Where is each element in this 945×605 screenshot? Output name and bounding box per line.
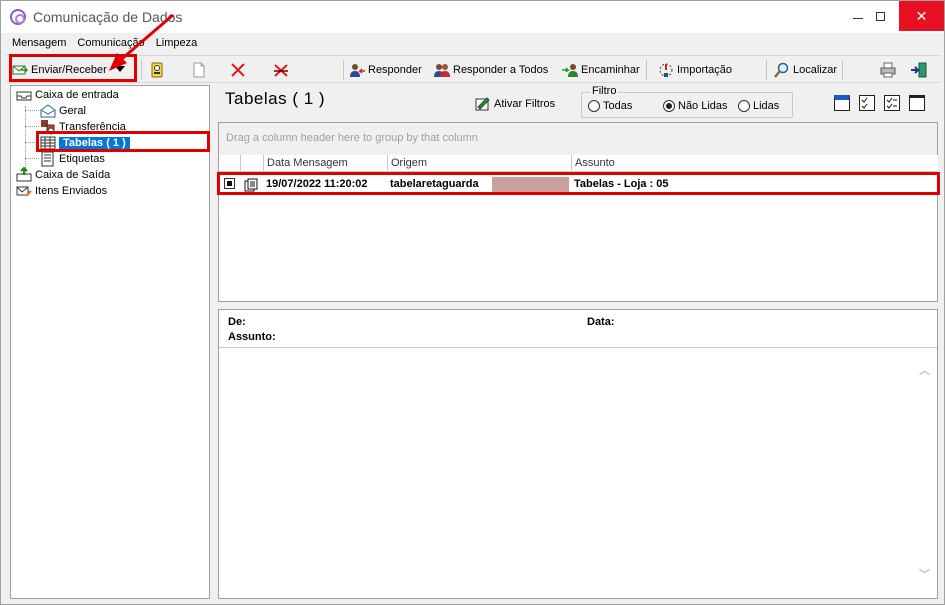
date-label: Data: — [587, 316, 615, 328]
column-header-date[interactable]: Data Mensagem — [264, 155, 388, 172]
close-icon: ✕ — [915, 7, 928, 24]
reply-all-label: Responder a Todos — [453, 64, 549, 76]
app-icon — [10, 9, 26, 25]
tree-item-general[interactable]: Geral — [40, 103, 86, 119]
preview-header: De: Data: Assunto: — [219, 310, 937, 348]
pane-header: Tabelas ( 1 ) Ativar Filtros Filtro Toda… — [218, 85, 938, 121]
tree-item-labels[interactable]: Etiquetas — [40, 151, 105, 167]
inbox-icon — [16, 87, 32, 103]
activate-filters-label: Ativar Filtros — [494, 98, 556, 110]
view-mark-read-icon[interactable] — [834, 95, 850, 111]
delete-button[interactable] — [230, 60, 249, 80]
column-header-status[interactable] — [219, 155, 241, 172]
tree-item-outbox-label: Caixa de Saída — [35, 169, 111, 181]
message-grid: Drag a column header here to group by th… — [218, 122, 938, 302]
reply-icon — [349, 62, 365, 78]
filter-radio-unread[interactable]: Não Lidas — [663, 100, 728, 112]
scroll-up-icon[interactable]: ︿ — [919, 362, 930, 378]
import-icon — [658, 62, 674, 78]
highlight-tables-node — [36, 131, 210, 152]
reply-button[interactable]: Responder — [349, 60, 422, 80]
highlight-message-row — [217, 172, 940, 195]
minimize-icon — [853, 17, 863, 19]
tree-item-inbox[interactable]: Caixa de entrada — [16, 87, 119, 103]
filter-group: Filtro Todas Não Lidas Lidas — [581, 85, 793, 118]
reply-all-icon — [434, 62, 450, 78]
envelope-icon — [40, 103, 56, 119]
tree-item-inbox-label: Caixa de entrada — [35, 89, 119, 101]
delete-strike-icon — [273, 62, 289, 78]
folder-tree: Caixa de entrada Geral Transferência Tab… — [10, 85, 210, 599]
from-label: De: — [228, 316, 246, 328]
main-window: Comunicação de Dados ✕ Mensagem Comunica… — [0, 0, 945, 605]
subject-label: Assunto: — [228, 331, 276, 343]
delete-permanent-button[interactable] — [273, 60, 292, 80]
column-header-origin[interactable]: Origem — [388, 155, 572, 172]
forward-label: Encaminhar — [581, 64, 640, 76]
reply-label: Responder — [368, 64, 422, 76]
delete-x-icon — [230, 62, 246, 78]
message-preview: De: Data: Assunto: ︿ ﹀ — [218, 309, 938, 599]
outbox-icon — [16, 166, 32, 183]
exit-door-icon — [911, 62, 927, 78]
import-button[interactable]: Importação — [658, 60, 732, 80]
forward-icon — [562, 62, 578, 78]
close-button[interactable]: ✕ — [899, 1, 944, 31]
filter-edit-icon — [475, 96, 491, 112]
tree-item-labels-label: Etiquetas — [59, 153, 105, 165]
tree-item-outbox[interactable]: Caixa de Saída — [16, 166, 111, 183]
maximize-button[interactable] — [865, 1, 895, 31]
column-header-attach[interactable] — [241, 155, 264, 172]
view-check-icon[interactable] — [859, 95, 875, 111]
menu-mensagem[interactable]: Mensagem — [6, 35, 71, 53]
import-label: Importação — [677, 64, 733, 76]
tree-item-general-label: Geral — [59, 105, 86, 117]
new-document-icon — [191, 62, 207, 78]
column-header-subject[interactable]: Assunto — [572, 155, 938, 172]
magnifier-icon — [774, 62, 790, 78]
scroll-down-icon[interactable]: ﹀ — [919, 566, 930, 582]
find-button[interactable]: Localizar — [774, 60, 837, 80]
annotation-arrow-icon — [109, 13, 174, 71]
new-message-button[interactable] — [191, 60, 210, 80]
pane-title: Tabelas ( 1 ) — [225, 89, 326, 108]
sent-items-icon — [16, 183, 32, 199]
tree-item-sent[interactable]: Itens Enviados — [16, 183, 107, 199]
print-button[interactable] — [880, 60, 899, 80]
filter-radio-read[interactable]: Lidas — [738, 100, 779, 112]
tree-item-sent-label: Itens Enviados — [35, 185, 108, 197]
reply-all-button[interactable]: Responder a Todos — [434, 60, 548, 80]
forward-button[interactable]: Encaminhar — [562, 60, 640, 80]
printer-icon — [880, 62, 896, 78]
filter-radio-all[interactable]: Todas — [588, 100, 632, 112]
find-label: Localizar — [793, 64, 838, 76]
exit-button[interactable] — [911, 60, 930, 80]
view-blank-icon[interactable] — [909, 95, 925, 111]
group-by-hint: Drag a column header here to group by th… — [219, 123, 937, 155]
maximize-icon — [875, 11, 885, 21]
activate-filters-button[interactable]: Ativar Filtros — [475, 96, 555, 112]
labels-icon — [40, 151, 56, 167]
filter-legend: Filtro — [590, 85, 619, 97]
view-checklist-icon[interactable] — [884, 95, 900, 111]
